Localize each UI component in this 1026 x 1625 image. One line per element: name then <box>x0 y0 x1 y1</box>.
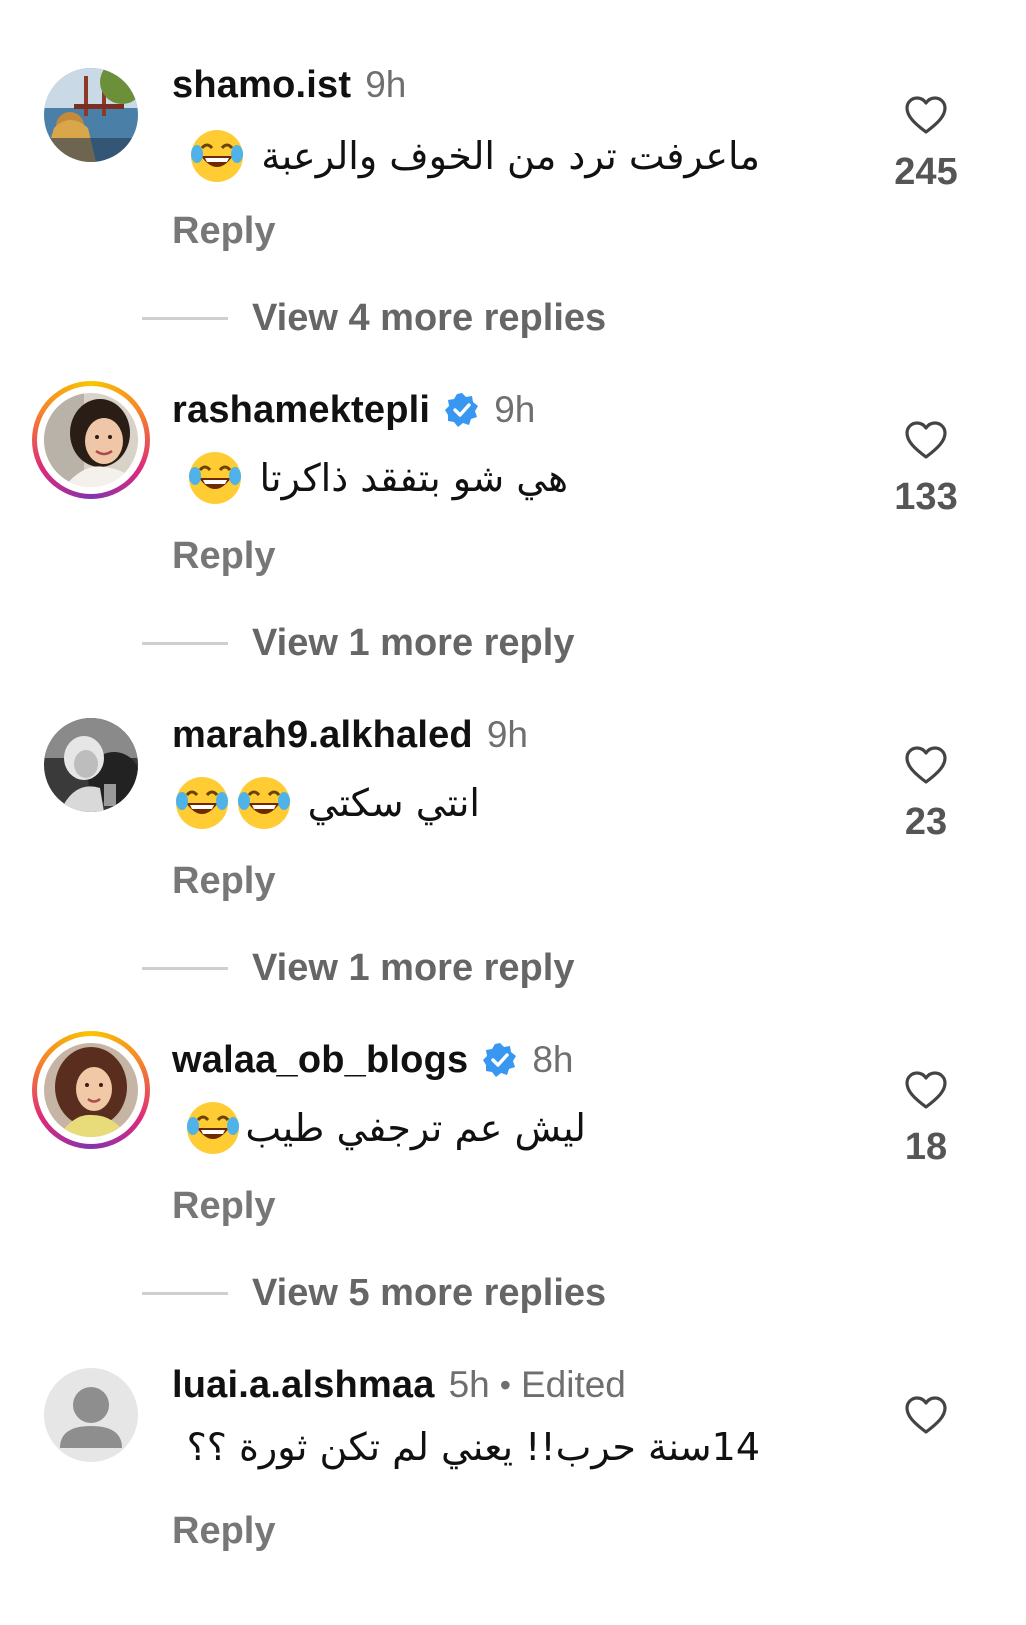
comment-body: انتي سكتي <box>307 781 480 825</box>
comment-header: shamo.ist 9h <box>172 62 406 108</box>
username[interactable]: shamo.ist <box>172 64 351 107</box>
reply-button[interactable]: Reply <box>172 210 275 253</box>
timestamp: 5h <box>448 1364 490 1405</box>
username[interactable]: luai.a.alshmaa <box>172 1364 435 1407</box>
reply-button[interactable]: Reply <box>172 860 275 903</box>
comment-item: luai.a.alshmaa 5h • Edited 14سنة حرب!! ي… <box>0 1300 1026 1625</box>
avatar[interactable] <box>44 68 138 162</box>
avatar[interactable] <box>44 718 138 812</box>
like-control: 245 <box>886 95 966 194</box>
verified-badge-icon <box>483 1043 517 1077</box>
comment-header: luai.a.alshmaa 5h • Edited <box>172 1362 626 1408</box>
emoji-group <box>189 128 245 184</box>
comment-header: rashamektepli 9h <box>172 387 535 433</box>
comment-text: ليش عم ترجفي طيب <box>185 1100 586 1156</box>
laughing-emoji-icon <box>237 777 290 829</box>
heart-outline-icon[interactable] <box>904 95 948 135</box>
comment-body: ماعرفت ترد من الخوف والرعبة <box>261 134 760 178</box>
like-control: 18 <box>886 1070 966 1169</box>
divider-line <box>142 316 228 320</box>
avatar[interactable] <box>44 1368 138 1462</box>
like-count: 133 <box>894 476 958 518</box>
comment-item: marah9.alkhaled 9h انتي سكتي Reply 23 Vi… <box>0 650 1026 989</box>
reply-button[interactable]: Reply <box>172 1185 275 1228</box>
timestamp: 9h <box>494 389 536 430</box>
username[interactable]: marah9.alkhaled <box>172 714 473 757</box>
like-control: 23 <box>886 745 966 844</box>
story-ring[interactable] <box>32 381 150 499</box>
comment-text: ماعرفت ترد من الخوف والرعبة <box>189 128 760 184</box>
avatar[interactable] <box>44 393 138 487</box>
emoji-group <box>187 450 243 506</box>
divider-line <box>142 641 228 645</box>
comment-item: walaa_ob_blogs 8h ليش عم ترجفي طيب Reply… <box>0 975 1026 1314</box>
verified-badge-icon <box>445 393 479 427</box>
default-profile-icon <box>44 1368 138 1462</box>
comment-item: rashamektepli 9h هي شو بتفقد ذاكرتا Repl… <box>0 325 1026 664</box>
avatar[interactable] <box>44 1043 138 1137</box>
like-count: 23 <box>904 801 948 843</box>
emoji-group <box>185 1100 241 1156</box>
like-control: 133 <box>886 420 966 519</box>
comment-text: هي شو بتفقد ذاكرتا <box>187 450 568 506</box>
edited-label: Edited <box>520 1364 626 1405</box>
heart-outline-icon[interactable] <box>904 745 948 785</box>
comment-body: هي شو بتفقد ذاكرتا <box>259 456 568 500</box>
heart-outline-icon[interactable] <box>904 1070 948 1110</box>
divider-line <box>142 966 228 970</box>
heart-outline-icon[interactable] <box>904 1395 948 1435</box>
comment-header: marah9.alkhaled 9h <box>172 712 528 758</box>
username[interactable]: walaa_ob_blogs <box>172 1039 468 1082</box>
story-ring[interactable] <box>32 1031 150 1149</box>
username[interactable]: rashamektepli <box>172 389 430 432</box>
comment-text: 14سنة حرب!! يعني لم تكن ثورة ؟؟ <box>187 1425 760 1469</box>
reply-button[interactable]: Reply <box>172 1510 275 1553</box>
timestamp: 9h <box>365 64 407 105</box>
like-count: 18 <box>904 1126 948 1168</box>
reply-button[interactable]: Reply <box>172 535 275 578</box>
emoji-group <box>174 775 292 831</box>
like-control <box>886 1395 966 1435</box>
like-count: 245 <box>894 151 958 193</box>
comment-text: انتي سكتي <box>174 775 480 831</box>
separator-dot: • <box>499 1366 511 1403</box>
timestamp: 9h <box>486 714 528 755</box>
comment-body: 14سنة حرب!! يعني لم تكن ثورة ؟؟ <box>186 1425 760 1469</box>
heart-outline-icon[interactable] <box>904 420 948 460</box>
laughing-emoji-icon <box>189 452 242 504</box>
comment-header: walaa_ob_blogs 8h <box>172 1037 574 1083</box>
laughing-emoji-icon <box>175 777 228 829</box>
divider-line <box>142 1291 228 1295</box>
timestamp: 8h <box>532 1039 574 1080</box>
comment-body: ليش عم ترجفي طيب <box>245 1106 586 1150</box>
laughing-emoji-icon <box>187 1102 240 1154</box>
laughing-emoji-icon <box>191 130 244 182</box>
comment-item: shamo.ist 9h ماعرفت ترد من الخوف والرعبة… <box>0 0 1026 339</box>
